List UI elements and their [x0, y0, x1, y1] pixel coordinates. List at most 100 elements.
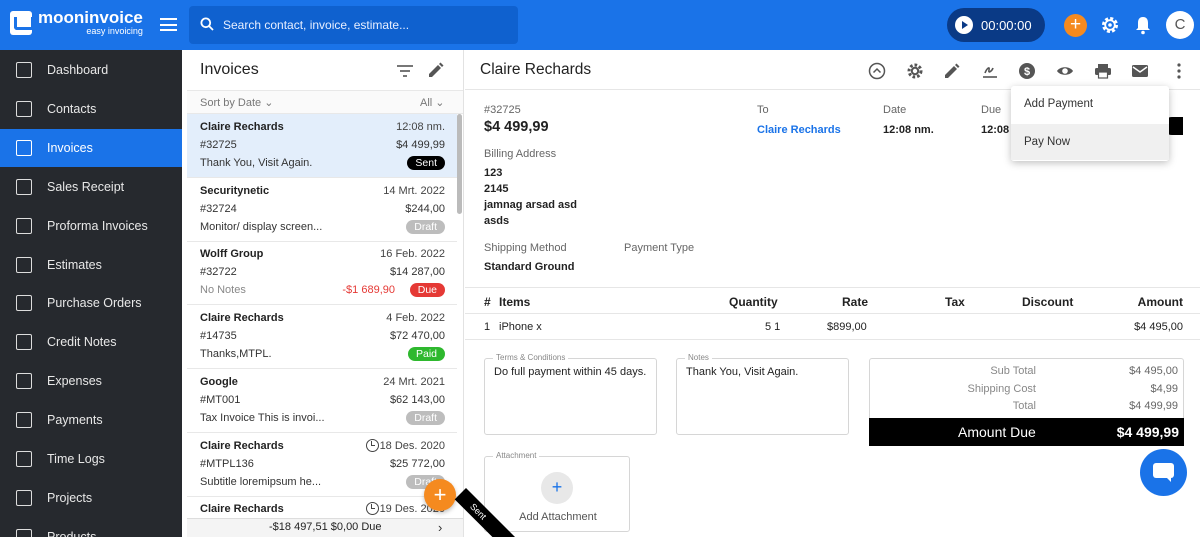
status-badge: Draft: [406, 219, 445, 234]
col-quantity: Quantity: [729, 295, 778, 309]
sidebar-item-payments[interactable]: Payments: [0, 401, 182, 439]
shipping-method-value: Standard Ground: [484, 261, 575, 273]
edit-icon[interactable]: [427, 62, 444, 79]
list-item[interactable]: Claire Rechards 19 Des. 2020: [187, 496, 457, 518]
list-item[interactable]: Claire Rechards 4 Feb. 2022 #14735 $72 470,…: [187, 305, 457, 370]
invoice-date: 12:08 nm.: [396, 121, 445, 133]
terms-text: Do full payment within 45 days.: [494, 366, 647, 378]
attachment-box[interactable]: Attachment + Add Attachment: [484, 451, 630, 532]
contacts-icon: [16, 100, 32, 117]
invoice-note: No Notes: [200, 284, 246, 297]
shipping-cost-label: Shipping Cost: [967, 383, 1037, 395]
sidebar-item-sales-receipt[interactable]: Sales Receipt: [0, 168, 182, 206]
list-item[interactable]: Claire Rechards 18 Des. 2020 #MTPL136 $25 7…: [187, 433, 457, 497]
list-scrollbar[interactable]: [457, 114, 462, 214]
dashboard-icon: [16, 62, 32, 78]
sidebar-item-credit-notes[interactable]: Credit Notes: [0, 323, 182, 361]
list-item[interactable]: Claire Rechards 12:08 nm. #32725 $4 499,99 T…: [187, 114, 457, 178]
credit-note-icon: [16, 334, 32, 351]
sidebar-item-label: Payments: [47, 413, 103, 428]
pencil-icon[interactable]: [943, 62, 961, 80]
list-item[interactable]: Google 24 Mrt. 2021 #MT001 $62 143,00 Tax In…: [187, 369, 457, 433]
sidebar-item-projects[interactable]: Projects: [0, 479, 182, 517]
sidebar-item-label: Projects: [47, 490, 93, 505]
invoice-note: Tax Invoice This is invoi...: [200, 411, 325, 424]
sidebar-item-label: Expenses: [47, 374, 102, 389]
row-item: iPhone x: [499, 321, 542, 333]
invoice-client: Securitynetic: [200, 184, 270, 197]
sidebar-item-label: Dashboard: [47, 63, 109, 77]
billing-line: 123: [484, 167, 503, 179]
clock-icon: [16, 451, 32, 467]
total-value: $4 499,99: [1129, 400, 1178, 412]
invoice-number: #32724: [200, 202, 237, 215]
list-item[interactable]: Securitynetic 14 Mrt. 2022 #32724 $244,00 Mo…: [187, 178, 457, 242]
to-name-link[interactable]: Claire Rechards: [757, 124, 841, 136]
sidebar-item-label: Credit Notes: [47, 335, 117, 350]
invoice-amount: $14 287,00: [389, 266, 445, 279]
sidebar-item-time-logs[interactable]: Time Logs: [0, 440, 182, 478]
invoice-date: 16 Feb. 2022: [380, 248, 445, 261]
add-invoice-button[interactable]: +: [424, 479, 456, 511]
billing-line: jamnag arsad asd: [484, 199, 577, 211]
print-icon[interactable]: [1094, 62, 1112, 80]
settings-icon[interactable]: [1100, 15, 1120, 35]
shipping-cost-value: $4,99: [1150, 383, 1178, 395]
sidebar-item-products[interactable]: Products: [0, 518, 182, 537]
subtotal-label: Sub Total: [990, 365, 1036, 377]
invoice-number: #14735: [200, 330, 237, 343]
menu-item-pay-now[interactable]: Pay Now: [1011, 124, 1169, 160]
menu-icon[interactable]: [160, 18, 177, 31]
sidebar-item-proforma-invoices[interactable]: Proforma Invoices: [0, 207, 182, 245]
app-logo[interactable]: mooninvoice easy invoicing: [10, 9, 143, 36]
invoice-note: Thanks,MTPL.: [200, 348, 272, 361]
add-attachment-icon[interactable]: +: [541, 472, 573, 504]
play-icon[interactable]: [955, 16, 973, 34]
sidebar-item-purchase-orders[interactable]: Purchase Orders: [0, 284, 182, 322]
notes-box[interactable]: Notes Thank You, Visit Again.: [676, 353, 849, 435]
gear-icon[interactable]: [906, 62, 924, 80]
menu-item-add-payment[interactable]: Add Payment: [1011, 86, 1169, 122]
col-items: Items: [499, 295, 531, 309]
time-tracker[interactable]: 00:00:00: [947, 8, 1045, 42]
chevron-down-icon: ⌄: [435, 97, 445, 109]
signature-icon[interactable]: [981, 62, 999, 80]
filter-icon[interactable]: [397, 65, 413, 77]
invoice-number: #32725: [484, 104, 521, 116]
invoice-number: #MT001: [200, 393, 241, 406]
search-placeholder: Search contact, invoice, estimate...: [223, 18, 410, 32]
quick-add-button[interactable]: +: [1064, 14, 1087, 37]
chat-button[interactable]: [1140, 449, 1187, 496]
detail-header: Claire Rechards $: [465, 50, 1200, 90]
terms-box[interactable]: Terms & Conditions Do full payment withi…: [484, 353, 657, 435]
table-row[interactable]: 1 iPhone x 5 1 $899,00 $4 495,00: [465, 314, 1200, 340]
receipt-icon: [16, 178, 32, 195]
sidebar-item-dashboard[interactable]: Dashboard: [0, 51, 182, 89]
payment-type-label: Payment Type: [624, 242, 695, 254]
sidebar-item-invoices[interactable]: Invoices: [0, 128, 182, 167]
svg-text:$: $: [1024, 66, 1030, 78]
bell-icon[interactable]: [1134, 15, 1152, 35]
sidebar-item-label: Invoices: [47, 140, 93, 155]
sidebar-item-estimates[interactable]: Estimates: [0, 246, 182, 284]
more-options-icon[interactable]: [1170, 62, 1188, 80]
chevron-right-icon[interactable]: ›: [438, 520, 442, 535]
sort-dropdown[interactable]: Sort by Date ⌄: [200, 96, 273, 109]
collapse-icon[interactable]: [868, 62, 886, 80]
billing-label: Billing Address: [484, 148, 557, 160]
sidebar-item-expenses[interactable]: Expenses: [0, 362, 182, 400]
filter-dropdown[interactable]: All ⌄: [420, 96, 445, 109]
shipping-method-label: Shipping Method: [484, 242, 567, 254]
email-icon[interactable]: [1131, 62, 1149, 80]
payment-icon[interactable]: $: [1018, 62, 1036, 80]
invoice-amount: $25 772,00: [389, 457, 445, 470]
attachment-label: Attachment: [493, 451, 540, 460]
list-title: Invoices: [200, 61, 259, 78]
search-input[interactable]: Search contact, invoice, estimate...: [189, 6, 518, 44]
list-item[interactable]: Wolff Group 16 Feb. 2022 #32722 $14 287,00 N…: [187, 241, 457, 306]
preview-icon[interactable]: [1056, 62, 1074, 80]
sidebar-item-contacts[interactable]: Contacts: [0, 90, 182, 128]
invoice-icon: [16, 139, 32, 156]
invoice-amount: $4 499,99: [396, 139, 445, 151]
user-avatar[interactable]: C: [1166, 11, 1194, 39]
